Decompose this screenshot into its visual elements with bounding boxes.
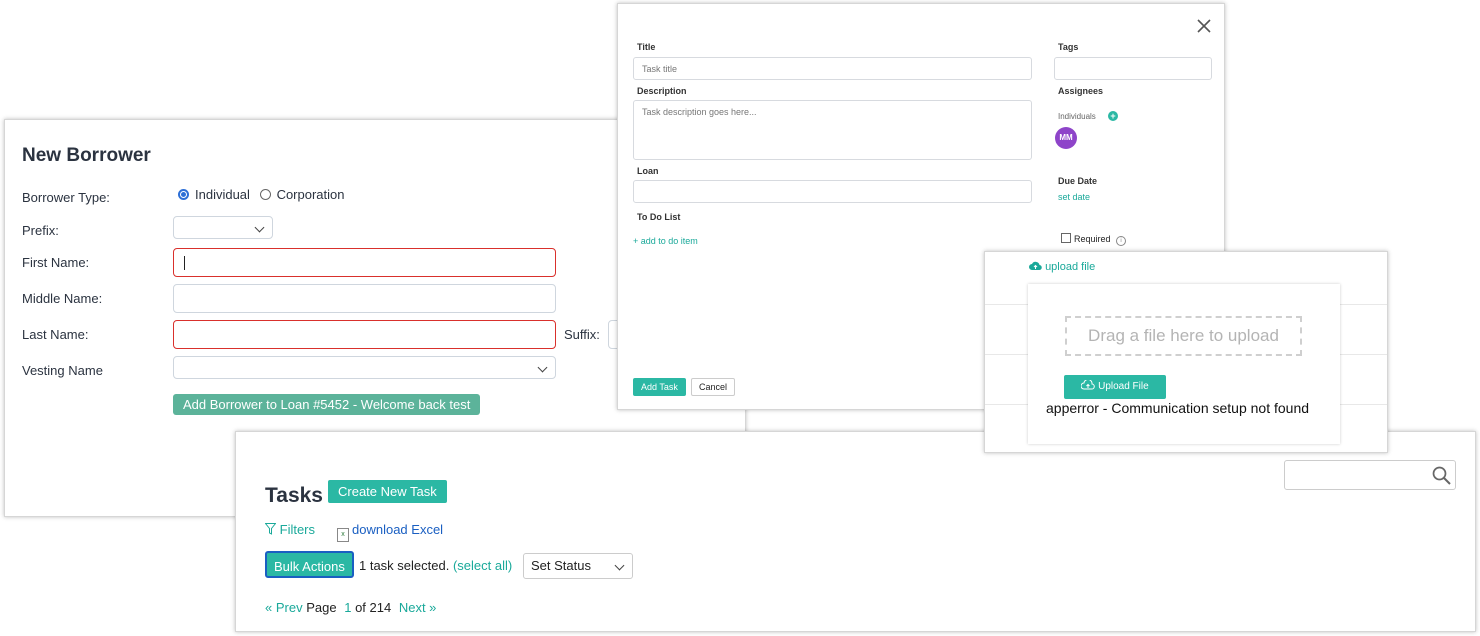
prefix-select[interactable]	[173, 216, 273, 239]
page-total: of 214	[355, 600, 392, 615]
first-name-input[interactable]	[173, 248, 556, 277]
radio-individual-button[interactable]	[178, 189, 189, 200]
avatar[interactable]: MM	[1055, 127, 1077, 149]
tags-label: Tags	[1058, 42, 1079, 52]
upload-error-message: apperror - Communication setup not found	[1046, 400, 1310, 416]
assignees-label: Assignees	[1058, 86, 1104, 96]
radio-corporation-button[interactable]	[259, 189, 271, 200]
search-input[interactable]	[1284, 460, 1456, 490]
set-date-link[interactable]: set date	[1058, 192, 1090, 202]
filter-icon	[264, 523, 277, 535]
tasks-title: Tasks	[265, 484, 323, 507]
selected-count-text: 1 task selected.	[359, 558, 450, 573]
required-label: Required	[1074, 234, 1111, 244]
first-name-label: First Name:	[22, 255, 90, 270]
suffix-label: Suffix:	[564, 327, 600, 342]
radio-corporation[interactable]: Corporation	[259, 187, 345, 202]
cloud-upload-icon	[1080, 379, 1096, 390]
radio-individual-label: Individual	[195, 187, 250, 202]
last-name-label: Last Name:	[22, 327, 89, 342]
middle-name-label: Middle Name:	[22, 291, 103, 306]
chevron-down-icon	[254, 222, 265, 233]
last-name-input[interactable]	[173, 320, 556, 349]
drop-zone[interactable]: Drag a file here to upload	[1065, 316, 1302, 356]
tags-input[interactable]	[1054, 57, 1212, 80]
select-all-link[interactable]: (select all)	[453, 558, 512, 573]
borrower-type-label: Borrower Type:	[22, 190, 110, 205]
description-label: Description	[637, 86, 687, 96]
individuals-label: Individuals	[1058, 112, 1096, 121]
upload-file-button-label: Upload File	[1098, 381, 1149, 392]
required-checkbox[interactable]	[1061, 233, 1071, 243]
page-word: Page	[306, 600, 337, 615]
current-page-link[interactable]: 1	[344, 600, 351, 615]
add-borrower-button[interactable]: Add Borrower to Loan #5452 - Welcome bac…	[173, 394, 481, 415]
info-icon: i	[1116, 236, 1127, 246]
title-label: Title	[637, 42, 656, 52]
download-excel-link[interactable]: x download Excel	[337, 522, 443, 542]
add-individual-icon[interactable]: +	[1108, 111, 1118, 121]
upload-file-panel: upload file Drag a file here to upload U…	[984, 251, 1388, 453]
chevron-down-icon	[537, 362, 548, 373]
search-icon[interactable]	[1432, 466, 1451, 485]
filters-label: Filters	[279, 522, 316, 537]
prev-page-link[interactable]: « Prev	[265, 600, 303, 615]
text-cursor	[184, 256, 185, 270]
loan-label: Loan	[637, 166, 659, 176]
borrower-form-title: New Borrower	[22, 145, 151, 166]
set-status-select[interactable]: Set Status	[523, 553, 633, 579]
selection-status: 1 task selected. (select all)	[359, 558, 512, 573]
radio-corporation-label: Corporation	[276, 187, 345, 202]
cancel-button[interactable]: Cancel	[691, 378, 736, 396]
vesting-name-select[interactable]	[173, 356, 556, 379]
todo-list-label: To Do List	[637, 212, 681, 222]
add-todo-link[interactable]: + add to do item	[633, 236, 698, 246]
filters-link[interactable]: Filters	[264, 522, 316, 537]
pagination: « Prev Page 1 of 214 Next »	[265, 600, 436, 615]
excel-file-icon: x	[337, 528, 349, 542]
vesting-name-label: Vesting Name	[22, 363, 103, 378]
upload-file-link[interactable]: upload file	[1029, 261, 1095, 273]
download-excel-label: download Excel	[352, 522, 444, 537]
radio-individual[interactable]: Individual	[178, 187, 250, 202]
next-page-link[interactable]: Next »	[399, 600, 437, 615]
create-new-task-button[interactable]: Create New Task	[328, 480, 447, 503]
prefix-label: Prefix:	[22, 223, 59, 238]
upload-popover: Drag a file here to upload Upload File a…	[1028, 284, 1340, 444]
tasks-panel: Tasks Create New Task Filters x download …	[235, 431, 1476, 632]
bulk-actions-button[interactable]: Bulk Actions	[265, 551, 354, 578]
close-icon[interactable]	[1196, 18, 1212, 34]
loan-input[interactable]	[633, 180, 1032, 203]
cloud-upload-icon	[1029, 261, 1042, 271]
upload-file-label: upload file	[1045, 261, 1096, 273]
chevron-down-icon	[614, 560, 625, 571]
middle-name-input[interactable]	[173, 284, 556, 313]
upload-file-button[interactable]: Upload File	[1064, 375, 1166, 399]
set-status-label: Set Status	[531, 558, 591, 573]
required-checkbox-row: Required i	[1061, 233, 1127, 246]
due-date-label: Due Date	[1058, 176, 1098, 186]
borrower-type-group: Individual Corporation	[178, 187, 345, 202]
task-title-input[interactable]: Task title	[633, 57, 1032, 80]
add-task-button[interactable]: Add Task	[633, 378, 686, 396]
task-description-textarea[interactable]: Task description goes here...	[633, 100, 1032, 160]
